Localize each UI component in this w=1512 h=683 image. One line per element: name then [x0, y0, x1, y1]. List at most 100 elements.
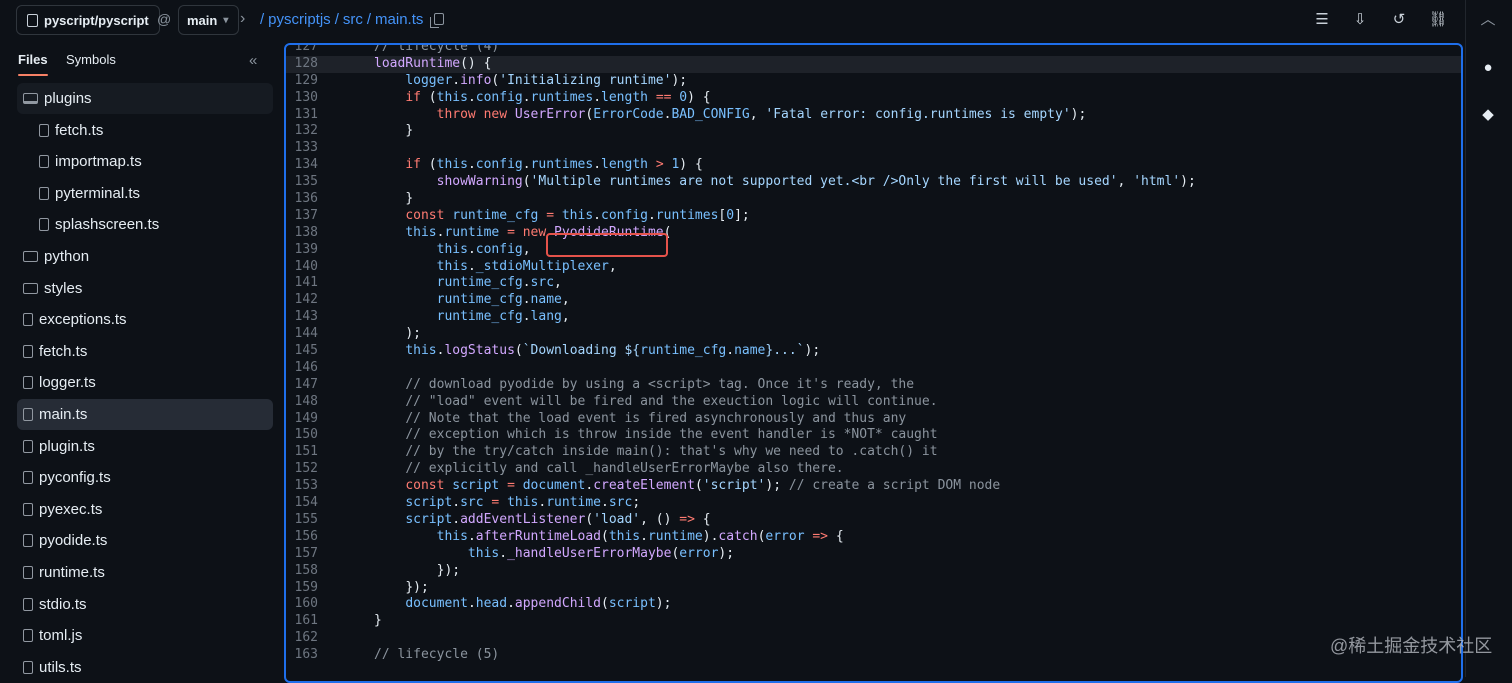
tree-item[interactable]: stdio.ts: [17, 589, 273, 620]
line-number[interactable]: 154: [286, 495, 318, 512]
code-token: .: [522, 309, 531, 325]
line-number[interactable]: 148: [286, 394, 318, 411]
line-number[interactable]: 162: [286, 630, 318, 647]
line-number[interactable]: 141: [286, 275, 318, 292]
breadcrumb-src[interactable]: src: [343, 11, 363, 28]
code-token: // lifecycle (5): [374, 647, 500, 663]
code-line: 151 // by the try/catch inside main(): t…: [286, 444, 1461, 461]
tree-item[interactable]: styles: [17, 273, 273, 304]
tree-item[interactable]: toml.js: [17, 620, 273, 651]
code-token: =: [507, 478, 515, 494]
tree-item[interactable]: fetch.ts: [17, 336, 273, 367]
tab-files[interactable]: Files: [18, 52, 48, 67]
line-number[interactable]: 158: [286, 563, 318, 580]
code-token: config: [601, 207, 648, 223]
code-token: ErrorCode: [593, 106, 664, 122]
code-token: }: [405, 123, 414, 139]
repo-button[interactable]: pyscript/pyscript: [16, 5, 160, 35]
line-number[interactable]: 135: [286, 174, 318, 191]
code-token: length: [601, 89, 648, 105]
line-number[interactable]: 157: [286, 546, 318, 563]
tree-item[interactable]: pyodide.ts: [17, 525, 273, 556]
line-number[interactable]: 143: [286, 309, 318, 326]
line-number[interactable]: 134: [286, 157, 318, 174]
line-number[interactable]: 149: [286, 411, 318, 428]
line-number[interactable]: 140: [286, 259, 318, 276]
tree-item[interactable]: pyexec.ts: [17, 494, 273, 525]
line-number[interactable]: 152: [286, 461, 318, 478]
tree-item-label: fetch.ts: [55, 121, 104, 139]
branch-selector[interactable]: main ▾: [178, 5, 240, 35]
code-token: runtime: [546, 495, 602, 511]
tree-item-label: pyexec.ts: [39, 500, 103, 518]
tree-item[interactable]: main.ts: [17, 399, 273, 430]
line-number[interactable]: 156: [286, 529, 318, 546]
wrap-icon[interactable]: ☰: [1312, 10, 1332, 30]
code-token: if: [405, 157, 421, 173]
line-number[interactable]: 128: [286, 56, 318, 73]
tree-item[interactable]: python: [17, 241, 273, 272]
code-token: });: [405, 579, 429, 595]
chevron-right-icon[interactable]: ›: [240, 10, 245, 28]
line-number[interactable]: 145: [286, 343, 318, 360]
github-icon[interactable]: ●: [1477, 57, 1499, 79]
line-number[interactable]: 131: [286, 107, 318, 124]
tree-item[interactable]: plugin.ts: [17, 431, 273, 462]
line-number[interactable]: 137: [286, 208, 318, 225]
line-number[interactable]: 163: [286, 647, 318, 664]
code-token: =>: [679, 511, 695, 527]
breadcrumb-pyscriptjs[interactable]: pyscriptjs: [268, 11, 331, 28]
tree-item[interactable]: runtime.ts: [17, 557, 273, 588]
code-token: (: [420, 157, 437, 173]
line-number[interactable]: 133: [286, 140, 318, 157]
line-number[interactable]: 138: [286, 225, 318, 242]
code-line: 160 document.head.appendChild(script);: [286, 596, 1461, 613]
line-number[interactable]: 153: [286, 478, 318, 495]
tree-item[interactable]: pyterminal.ts: [17, 178, 289, 209]
line-number[interactable]: 160: [286, 596, 318, 613]
line-number[interactable]: 144: [286, 326, 318, 343]
tree-item[interactable]: splashscreen.ts: [17, 209, 289, 240]
tree-item[interactable]: fetch.ts: [17, 115, 289, 146]
code-line: 143 runtime_cfg.lang,: [286, 309, 1461, 326]
line-number[interactable]: 161: [286, 613, 318, 630]
code-text: }: [374, 123, 413, 140]
tree-item[interactable]: pyconfig.ts: [17, 462, 273, 493]
tree-item[interactable]: plugins: [17, 83, 273, 114]
copy-path-icon[interactable]: [430, 13, 444, 28]
code-token: .: [593, 207, 601, 223]
link-icon[interactable]: ⛓: [1428, 10, 1448, 30]
line-number[interactable]: 159: [286, 580, 318, 597]
code-text: // Note that the load event is fired asy…: [374, 411, 906, 428]
tree-item[interactable]: importmap.ts: [17, 146, 289, 177]
line-number[interactable]: 150: [286, 427, 318, 444]
line-number[interactable]: 129: [286, 73, 318, 90]
git-icon[interactable]: ◆: [1477, 104, 1499, 126]
line-number[interactable]: 136: [286, 191, 318, 208]
collapse-up-icon[interactable]: ︿: [1477, 9, 1499, 31]
code-token: 'script': [702, 478, 766, 494]
line-number[interactable]: 146: [286, 360, 318, 377]
line-number[interactable]: 155: [286, 512, 318, 529]
tab-symbols[interactable]: Symbols: [66, 52, 116, 67]
line-number[interactable]: 147: [286, 377, 318, 394]
tree-item[interactable]: exceptions.ts: [17, 304, 273, 335]
code-token: () {: [460, 55, 492, 71]
line-number[interactable]: 132: [286, 123, 318, 140]
line-number[interactable]: 151: [286, 444, 318, 461]
code-view[interactable]: 127// lifecycle (4) 128 loadRuntime() {129…: [284, 43, 1463, 683]
code-token: .: [522, 292, 531, 308]
code-text: // lifecycle (4): [374, 45, 499, 56]
collapse-sidebar-icon[interactable]: «: [249, 52, 257, 69]
tree-item[interactable]: logger.ts: [17, 367, 273, 398]
line-number[interactable]: 142: [286, 292, 318, 309]
tree-item[interactable]: utils.ts: [17, 652, 273, 683]
line-number[interactable]: 130: [286, 90, 318, 107]
download-icon[interactable]: ⇩: [1350, 10, 1370, 30]
code-token: lang: [530, 309, 562, 325]
line-number[interactable]: 127: [286, 45, 318, 56]
history-icon[interactable]: ↺: [1389, 10, 1409, 30]
line-number[interactable]: 139: [286, 242, 318, 259]
